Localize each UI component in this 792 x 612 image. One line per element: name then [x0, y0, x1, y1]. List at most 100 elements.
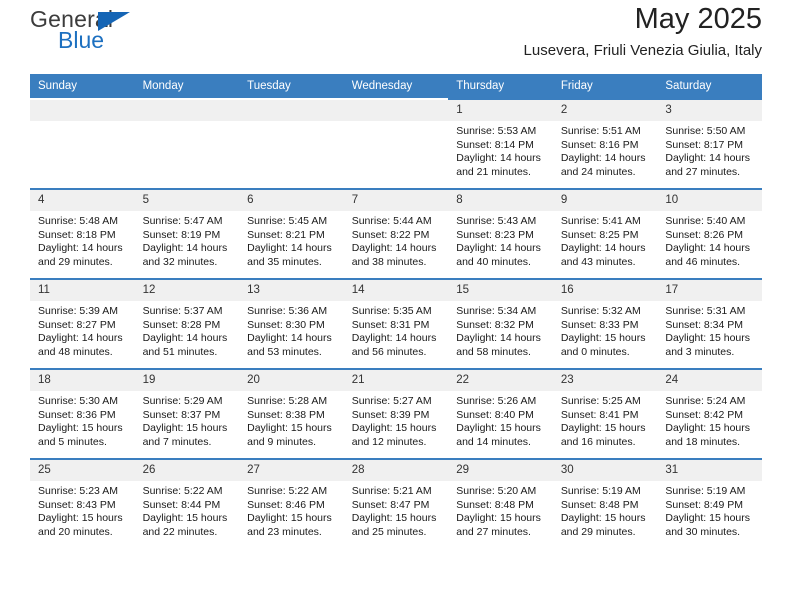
day-number: 23: [552, 370, 658, 391]
sunset-text: Sunset: 8:49 PM: [665, 498, 744, 511]
daylight-text: Daylight: 15 hours and 20 minutes.: [38, 512, 123, 538]
calendar-day-cell[interactable]: 25 Sunrise: 5:23 AM Sunset: 8:43 PM Dayligh…: [30, 458, 135, 548]
day-details: Sunrise: 5:45 AM Sunset: 8:21 PM Daylight:…: [239, 211, 344, 269]
day-number: 3: [657, 100, 762, 121]
calendar-week-row: 25 Sunrise: 5:23 AM Sunset: 8:43 PM Dayligh…: [30, 458, 762, 548]
calendar-day-cell-empty: [30, 98, 135, 189]
sunset-text: Sunset: 8:37 PM: [142, 408, 221, 421]
day-details: Sunrise: 5:39 AM Sunset: 8:27 PM Daylight:…: [30, 301, 135, 359]
sunset-text: Sunset: 8:27 PM: [38, 318, 116, 331]
sunset-text: Sunset: 8:38 PM: [247, 408, 325, 421]
weekday-header-sunday: Sunday: [30, 74, 135, 99]
sunrise-text: Sunrise: 5:22 AM: [247, 485, 328, 497]
daylight-text: Daylight: 14 hours and 29 minutes.: [38, 242, 123, 268]
calendar-week-row: 18 Sunrise: 5:30 AM Sunset: 8:36 PM Dayligh…: [30, 368, 762, 459]
calendar-day-cell[interactable]: 4 Sunrise: 5:48 AM Sunset: 8:18 PM Daylight…: [30, 188, 135, 279]
sunrise-text: Sunrise: 5:41 AM: [560, 215, 641, 227]
calendar-day-cell[interactable]: 17 Sunrise: 5:31 AM Sunset: 8:34 PM Dayligh…: [657, 278, 762, 369]
calendar-day-cell[interactable]: 1 Sunrise: 5:53 AM Sunset: 8:14 PM Daylight…: [448, 98, 553, 189]
sunrise-text: Sunrise: 5:19 AM: [560, 485, 641, 497]
sunset-text: Sunset: 8:16 PM: [560, 138, 639, 151]
day-number: 18: [30, 370, 135, 391]
sunset-text: Sunset: 8:17 PM: [665, 138, 744, 151]
page-title: May 2025: [634, 3, 762, 35]
sunset-text: Sunset: 8:33 PM: [560, 318, 639, 331]
day-details: Sunrise: 5:40 AM Sunset: 8:26 PM Daylight:…: [657, 211, 762, 269]
day-number: 7: [343, 190, 449, 211]
day-number: 27: [239, 460, 344, 481]
calendar-day-cell[interactable]: 9 Sunrise: 5:41 AM Sunset: 8:25 PM Daylight…: [552, 188, 658, 279]
calendar-day-cell[interactable]: 20 Sunrise: 5:28 AM Sunset: 8:38 PM Dayligh…: [239, 368, 344, 459]
calendar-day-cell[interactable]: 19 Sunrise: 5:29 AM Sunset: 8:37 PM Dayligh…: [134, 368, 240, 459]
sunset-text: Sunset: 8:32 PM: [456, 318, 534, 331]
sunset-text: Sunset: 8:22 PM: [351, 228, 430, 241]
calendar-day-cell[interactable]: 23 Sunrise: 5:25 AM Sunset: 8:41 PM Dayligh…: [552, 368, 658, 459]
sunset-text: Sunset: 8:31 PM: [351, 318, 430, 331]
day-number: 26: [134, 460, 240, 481]
calendar-day-cell[interactable]: 29 Sunrise: 5:20 AM Sunset: 8:48 PM Dayligh…: [448, 458, 553, 548]
sunrise-text: Sunrise: 5:53 AM: [456, 125, 537, 137]
calendar-day-cell[interactable]: 27 Sunrise: 5:22 AM Sunset: 8:46 PM Dayligh…: [239, 458, 344, 548]
day-details: Sunrise: 5:20 AM Sunset: 8:48 PM Daylight:…: [448, 481, 553, 539]
day-number: 30: [552, 460, 658, 481]
weekday-header-row: Sunday Monday Tuesday Wednesday Thursday Frid…: [30, 74, 762, 99]
daylight-text: Daylight: 15 hours and 18 minutes.: [665, 422, 751, 448]
sunrise-text: Sunrise: 5:32 AM: [560, 305, 641, 317]
calendar-day-cell[interactable]: 26 Sunrise: 5:22 AM Sunset: 8:44 PM Dayligh…: [134, 458, 240, 548]
sunset-text: Sunset: 8:48 PM: [560, 498, 639, 511]
daylight-text: Daylight: 15 hours and 27 minutes.: [456, 512, 541, 538]
calendar-day-cell[interactable]: 22 Sunrise: 5:26 AM Sunset: 8:40 PM Dayligh…: [448, 368, 553, 459]
calendar-day-cell[interactable]: 30 Sunrise: 5:19 AM Sunset: 8:48 PM Dayligh…: [552, 458, 658, 548]
day-details: Sunrise: 5:28 AM Sunset: 8:38 PM Daylight:…: [239, 391, 344, 449]
sunset-text: Sunset: 8:46 PM: [247, 498, 325, 511]
sunrise-text: Sunrise: 5:45 AM: [247, 215, 328, 227]
calendar-day-cell[interactable]: 24 Sunrise: 5:24 AM Sunset: 8:42 PM Dayligh…: [657, 368, 762, 459]
sunset-text: Sunset: 8:44 PM: [142, 498, 221, 511]
sunrise-text: Sunrise: 5:20 AM: [456, 485, 537, 497]
calendar-day-cell-empty: [343, 98, 449, 189]
sunrise-text: Sunrise: 5:47 AM: [142, 215, 223, 227]
logo-text-blue: Blue: [58, 27, 105, 53]
calendar-day-cell[interactable]: 14 Sunrise: 5:35 AM Sunset: 8:31 PM Dayligh…: [343, 278, 449, 369]
calendar-day-cell[interactable]: 2 Sunrise: 5:51 AM Sunset: 8:16 PM Daylight…: [552, 98, 658, 189]
day-number: [30, 100, 135, 121]
calendar-day-cell[interactable]: 21 Sunrise: 5:27 AM Sunset: 8:39 PM Dayligh…: [343, 368, 449, 459]
calendar-day-cell[interactable]: 28 Sunrise: 5:21 AM Sunset: 8:47 PM Dayligh…: [343, 458, 449, 548]
weekday-header-wednesday: Wednesday: [343, 74, 449, 99]
day-number: 31: [657, 460, 762, 481]
sunrise-text: Sunrise: 5:37 AM: [142, 305, 223, 317]
calendar-day-cell[interactable]: 31 Sunrise: 5:19 AM Sunset: 8:49 PM Dayligh…: [657, 458, 762, 548]
daylight-text: Daylight: 14 hours and 32 minutes.: [142, 242, 228, 268]
sunset-text: Sunset: 8:41 PM: [560, 408, 639, 421]
sunset-text: Sunset: 8:21 PM: [247, 228, 325, 241]
daylight-text: Daylight: 15 hours and 9 minutes.: [247, 422, 332, 448]
daylight-text: Daylight: 14 hours and 56 minutes.: [351, 332, 437, 358]
general-blue-logo[interactable]: General Blue: [30, 8, 150, 60]
calendar-day-cell[interactable]: 13 Sunrise: 5:36 AM Sunset: 8:30 PM Dayligh…: [239, 278, 344, 369]
day-details: Sunrise: 5:26 AM Sunset: 8:40 PM Daylight:…: [448, 391, 553, 449]
day-details: Sunrise: 5:31 AM Sunset: 8:34 PM Daylight:…: [657, 301, 762, 359]
calendar-day-cell[interactable]: 11 Sunrise: 5:39 AM Sunset: 8:27 PM Dayligh…: [30, 278, 135, 369]
calendar-day-cell[interactable]: 3 Sunrise: 5:50 AM Sunset: 8:17 PM Daylight…: [657, 98, 762, 189]
calendar-day-cell[interactable]: 5 Sunrise: 5:47 AM Sunset: 8:19 PM Daylight…: [134, 188, 240, 279]
sunset-text: Sunset: 8:28 PM: [142, 318, 221, 331]
calendar-day-cell[interactable]: 7 Sunrise: 5:44 AM Sunset: 8:22 PM Daylight…: [343, 188, 449, 279]
day-number: 29: [448, 460, 553, 481]
calendar-day-cell[interactable]: 12 Sunrise: 5:37 AM Sunset: 8:28 PM Dayligh…: [134, 278, 240, 369]
calendar-day-cell[interactable]: 6 Sunrise: 5:45 AM Sunset: 8:21 PM Daylight…: [239, 188, 344, 279]
calendar-day-cell[interactable]: 16 Sunrise: 5:32 AM Sunset: 8:33 PM Dayligh…: [552, 278, 658, 369]
daylight-text: Daylight: 15 hours and 16 minutes.: [560, 422, 646, 448]
calendar-day-cell[interactable]: 8 Sunrise: 5:43 AM Sunset: 8:23 PM Daylight…: [448, 188, 553, 279]
calendar-header-row: Sunday Monday Tuesday Wednesday Thursday Frid…: [30, 74, 762, 99]
sunrise-text: Sunrise: 5:43 AM: [456, 215, 537, 227]
day-details: Sunrise: 5:50 AM Sunset: 8:17 PM Daylight:…: [657, 121, 762, 179]
sunrise-text: Sunrise: 5:39 AM: [38, 305, 118, 317]
sunset-text: Sunset: 8:14 PM: [456, 138, 534, 151]
sunset-text: Sunset: 8:39 PM: [351, 408, 430, 421]
day-number: 6: [239, 190, 344, 211]
day-details: Sunrise: 5:48 AM Sunset: 8:18 PM Daylight:…: [30, 211, 135, 269]
calendar-day-cell[interactable]: 15 Sunrise: 5:34 AM Sunset: 8:32 PM Dayligh…: [448, 278, 553, 369]
calendar-day-cell[interactable]: 18 Sunrise: 5:30 AM Sunset: 8:36 PM Dayligh…: [30, 368, 135, 459]
sunrise-text: Sunrise: 5:24 AM: [665, 395, 746, 407]
calendar-day-cell[interactable]: 10 Sunrise: 5:40 AM Sunset: 8:26 PM Dayligh…: [657, 188, 762, 279]
